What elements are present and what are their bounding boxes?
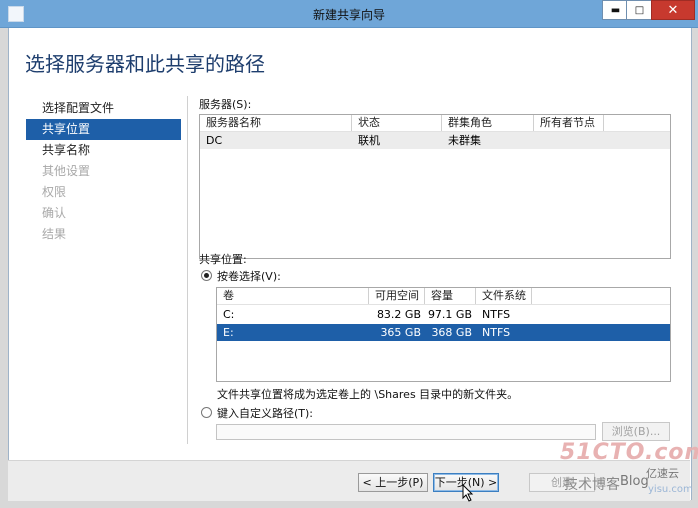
wizard-nav: 选择配置文件 共享位置 共享名称 其他设置 权限 确认 结果 (26, 98, 181, 245)
capacity-cell: 97.1 GB (427, 308, 472, 321)
volume-cell: E: (223, 326, 234, 339)
volumes-header: 卷 可用空间 容量 文件系统 (217, 288, 670, 305)
mouse-cursor-icon (462, 484, 474, 502)
share-location-label: 共享位置: (199, 253, 247, 266)
column-header[interactable]: 群集角色 (442, 115, 534, 131)
nav-item-select-profile[interactable]: 选择配置文件 (26, 98, 181, 119)
watermark-url: yisu.com (648, 484, 693, 495)
volume-cell: C: (223, 308, 235, 321)
cluster-role-cell: 未群集 (448, 134, 481, 147)
nav-item-other-settings: 其他设置 (42, 164, 91, 178)
nav-item-confirm: 确认 (42, 206, 67, 220)
nav-item-permissions: 权限 (42, 185, 67, 199)
minimize-button[interactable]: ▬ (602, 0, 629, 20)
column-header[interactable]: 容量 (425, 288, 476, 304)
filesystem-cell: NTFS (482, 326, 511, 339)
by-volume-label[interactable]: 按卷选择(V): (217, 268, 281, 284)
page-title: 选择服务器和此共享的路径 (25, 52, 265, 76)
watermark-blog: Blog (620, 474, 649, 489)
filesystem-cell: NTFS (482, 308, 511, 321)
column-header[interactable]: 所有者节点 (534, 115, 604, 131)
column-header[interactable]: 文件系统 (476, 288, 532, 304)
nav-item-results: 结果 (42, 227, 67, 241)
table-row[interactable]: DC 联机 未群集 (200, 132, 670, 149)
servers-list[interactable]: 服务器名称 状态 群集角色 所有者节点 DC 联机 未群集 (199, 114, 671, 259)
divider (187, 96, 188, 444)
column-header[interactable]: 状态 (352, 115, 442, 131)
servers-label: 服务器(S): (199, 98, 252, 111)
table-row-selected[interactable]: E: 365 GB 368 GB NTFS (217, 324, 670, 341)
free-space-cell: 365 GB (380, 326, 421, 339)
custom-path-input[interactable] (216, 424, 596, 440)
wizard-body: 选择服务器和此共享的路径 选择配置文件 共享位置 共享名称 其他设置 权限 确认… (8, 28, 692, 500)
window-title: 新建共享向导 (312, 8, 385, 22)
custom-path-label[interactable]: 键入自定义路径(T): (217, 405, 313, 421)
server-status-cell: 联机 (358, 134, 380, 147)
table-row[interactable]: C: 83.2 GB 97.1 GB NTFS (217, 306, 670, 323)
watermark-yisu: 亿速云 (646, 467, 679, 480)
previous-button[interactable]: < 上一步(P) (358, 473, 428, 492)
by-volume-radio[interactable] (201, 270, 212, 281)
column-header[interactable]: 可用空间 (369, 288, 425, 304)
watermark-logo: 51CTO.com (560, 440, 698, 465)
volumes-list[interactable]: 卷 可用空间 容量 文件系统 C: 83.2 GB 97.1 GB NTFS E… (216, 287, 671, 382)
free-space-cell: 83.2 GB (376, 308, 421, 321)
watermark-text: 技术博客 (564, 477, 620, 493)
server-name-cell: DC (206, 134, 223, 147)
maximize-button[interactable]: □ (626, 0, 653, 20)
column-header[interactable]: 服务器名称 (200, 115, 352, 131)
browse-button[interactable]: 浏览(B)... (602, 422, 670, 441)
owner-node-cell (534, 132, 604, 149)
column-header[interactable]: 卷 (217, 288, 369, 304)
servers-header: 服务器名称 状态 群集角色 所有者节点 (200, 115, 670, 132)
title-bar: 新建共享向导 ▬ □ ✕ (0, 0, 698, 28)
share-note: 文件共享位置将成为选定卷上的 \Shares 目录中的新文件夹。 (217, 388, 519, 401)
capacity-cell: 368 GB (431, 326, 472, 339)
custom-path-radio[interactable] (201, 407, 212, 418)
nav-item-share-name[interactable]: 共享名称 (26, 140, 181, 161)
nav-item-share-location[interactable]: 共享位置 (26, 119, 181, 140)
close-button[interactable]: ✕ (651, 0, 695, 20)
